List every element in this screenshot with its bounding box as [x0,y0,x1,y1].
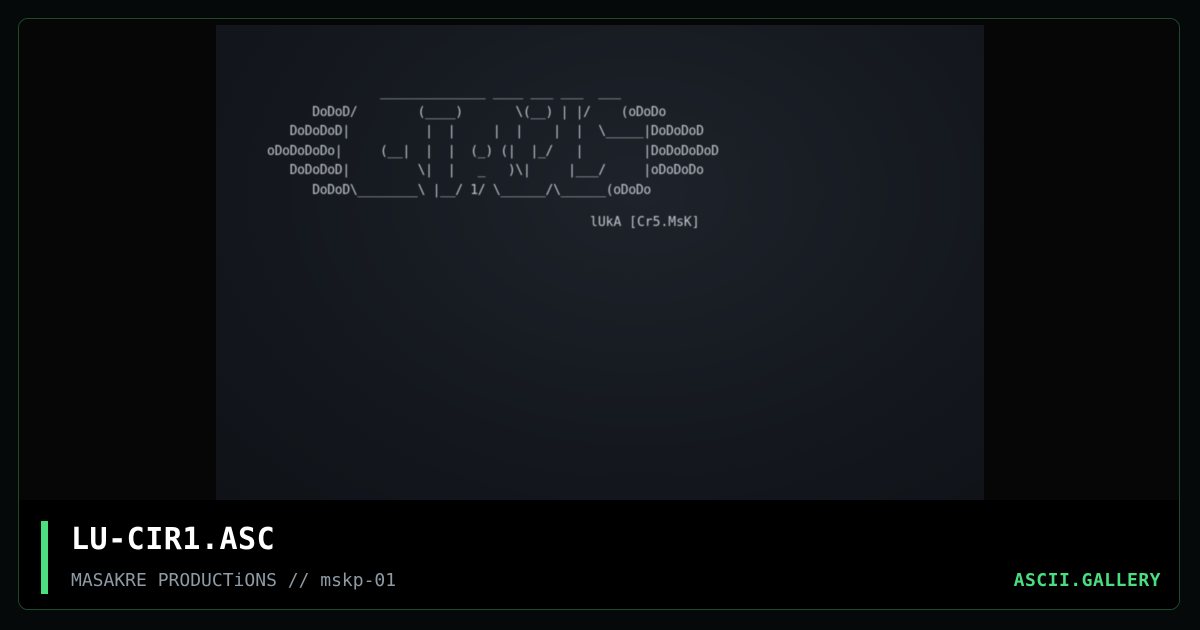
artwork-title: LU-CIR1.ASC [71,522,276,557]
ascii-art: ______________ ____ ___ ___ ___ DoDoD/ (… [267,85,719,198]
gallery-card: ______________ ____ ___ ___ ___ DoDoD/ (… [18,18,1180,610]
preview-frame: ______________ ____ ___ ___ ___ DoDoD/ (… [19,19,1179,500]
artwork-subtitle: MASAKRE PRODUCTiONS // mskp-01 [71,570,397,591]
accent-bar [41,521,48,594]
card-footer: LU-CIR1.ASC MASAKRE PRODUCTiONS // mskp-… [19,500,1179,609]
site-brand-link[interactable]: ASCII.GALLERY [1014,570,1161,591]
ascii-art-credit: lUkA [Cr5.MsK] [590,215,700,230]
ascii-art-preview[interactable]: ______________ ____ ___ ___ ___ DoDoD/ (… [216,25,984,500]
